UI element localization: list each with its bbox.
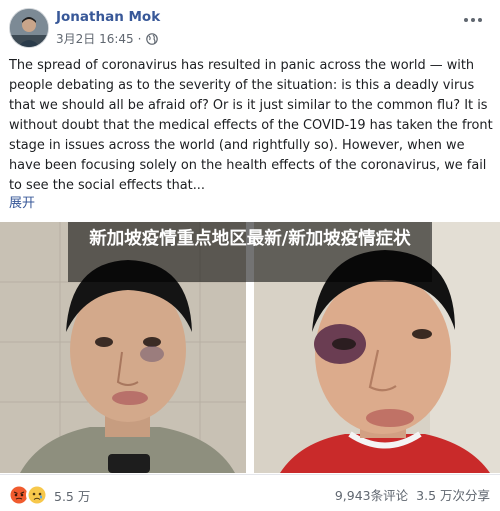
post-meta: 3月2日 16:45 · [56,30,158,47]
author-avatar[interactable] [9,8,49,48]
article-headline: 新加坡疫情重点地区最新/新加坡疫情症状 [89,229,411,249]
author-name[interactable]: Jonathan Mok [56,9,160,25]
sad-reaction-icon [26,484,48,506]
post-footer: 5.5 万 9,943条评论 3.5 万次分享 [0,474,500,511]
globe-icon [145,32,158,45]
engagement-stats: 9,943条评论 3.5 万次分享 [335,485,490,504]
shares-count[interactable]: 3.5 万次分享 [416,485,490,504]
see-more-link[interactable]: 展开 [9,192,35,211]
post-body-text: The spread of coronavirus has resulted i… [9,58,493,193]
facebook-post: Jonathan Mok 3月2日 16:45 · The spread of … [0,0,500,510]
post-header: Jonathan Mok 3月2日 16:45 · [0,0,500,52]
more-options-icon[interactable] [462,14,484,26]
comments-count[interactable]: 9,943条评论 [335,485,408,504]
post-timestamp[interactable]: 3月2日 16:45 [56,30,134,47]
reaction-count[interactable]: 5.5 万 [54,486,90,505]
reactions-summary[interactable]: 5.5 万 [8,484,90,506]
meta-separator: · [137,31,142,46]
